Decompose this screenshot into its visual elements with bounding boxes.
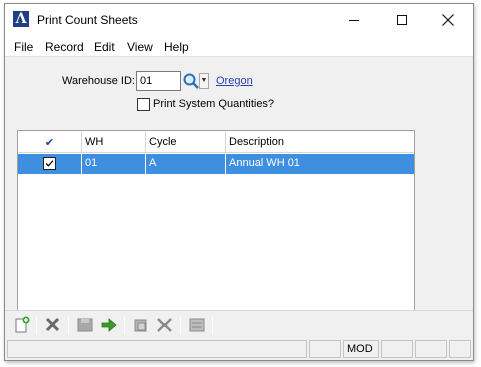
maximize-icon [397,15,407,25]
list-button[interactable] [186,315,208,335]
status-panel-5 [449,340,471,358]
delete-icon [45,317,60,332]
status-panel-1 [309,340,341,358]
lookup-button[interactable] [182,71,200,91]
warehouse-grid[interactable]: ✔ WH Cycle Description 01 A Annual WH 01 [17,130,415,316]
status-bar: MOD [5,338,473,360]
warehouse-dropdown-button[interactable]: ▼ [199,73,209,89]
toolbar-separator [68,316,69,334]
copy-icon [134,319,147,332]
app-logo-icon: Λ [13,11,29,27]
toolbar-separator [212,316,213,334]
save-button[interactable] [74,315,96,335]
column-header-description[interactable]: Description [226,131,414,153]
minimize-icon [349,20,359,21]
menu-view[interactable]: View [127,40,153,54]
grid-header: ✔ WH Cycle Description [18,131,414,153]
table-row[interactable]: 01 A Annual WH 01 [18,154,414,174]
toolbar-separator [36,316,37,334]
form-area: Warehouse ID: ▼ Oregon Print System Quan… [5,56,473,316]
close-button[interactable] [425,4,471,36]
print-system-quantities-checkbox[interactable] [137,98,150,111]
column-header-wh[interactable]: WH [82,131,146,153]
process-button[interactable] [98,315,120,335]
expand-icon [157,318,172,332]
toolbar [5,310,473,338]
toolbar-separator [124,316,125,334]
close-icon [442,14,454,26]
status-mode-panel: MOD [343,340,379,358]
delete-button[interactable] [42,315,64,335]
print-system-quantities-label: Print System Quantities? [153,98,275,110]
menu-bar: File Record Edit View Help [5,36,473,56]
title-bar[interactable]: Λ Print Count Sheets [5,4,473,36]
maximize-button[interactable] [379,4,425,36]
go-arrow-icon [101,318,117,332]
new-icon [15,316,30,333]
row-wh-cell: 01 [82,154,146,174]
print-count-sheets-window: Λ Print Count Sheets File Record Edit Vi… [4,3,474,361]
column-header-select[interactable]: ✔ [18,131,82,153]
expand-button[interactable] [154,315,176,335]
toolbar-separator [180,316,181,334]
menu-record[interactable]: Record [45,40,84,54]
checkbox-checked-icon[interactable] [43,157,56,170]
menu-file[interactable]: File [14,40,33,54]
row-cycle-cell: A [146,154,226,174]
minimize-button[interactable] [331,4,377,36]
column-header-cycle[interactable]: Cycle [146,131,226,153]
chevron-down-icon: ▼ [200,77,208,84]
status-panel-3 [381,340,413,358]
new-button[interactable] [11,315,33,335]
warehouse-name-link[interactable]: Oregon [216,75,253,87]
search-icon [183,73,199,89]
row-select-cell[interactable] [18,154,82,174]
warehouse-id-label: Warehouse ID: [62,75,135,87]
row-description-cell: Annual WH 01 [229,157,300,169]
list-icon [189,318,205,332]
warehouse-id-input[interactable] [136,71,181,91]
status-message-panel [7,340,307,358]
save-icon [77,318,93,332]
status-panel-4 [415,340,447,358]
window-title: Print Count Sheets [37,13,138,27]
menu-help[interactable]: Help [164,40,189,54]
copy-button[interactable] [130,315,152,335]
menu-edit[interactable]: Edit [94,40,115,54]
